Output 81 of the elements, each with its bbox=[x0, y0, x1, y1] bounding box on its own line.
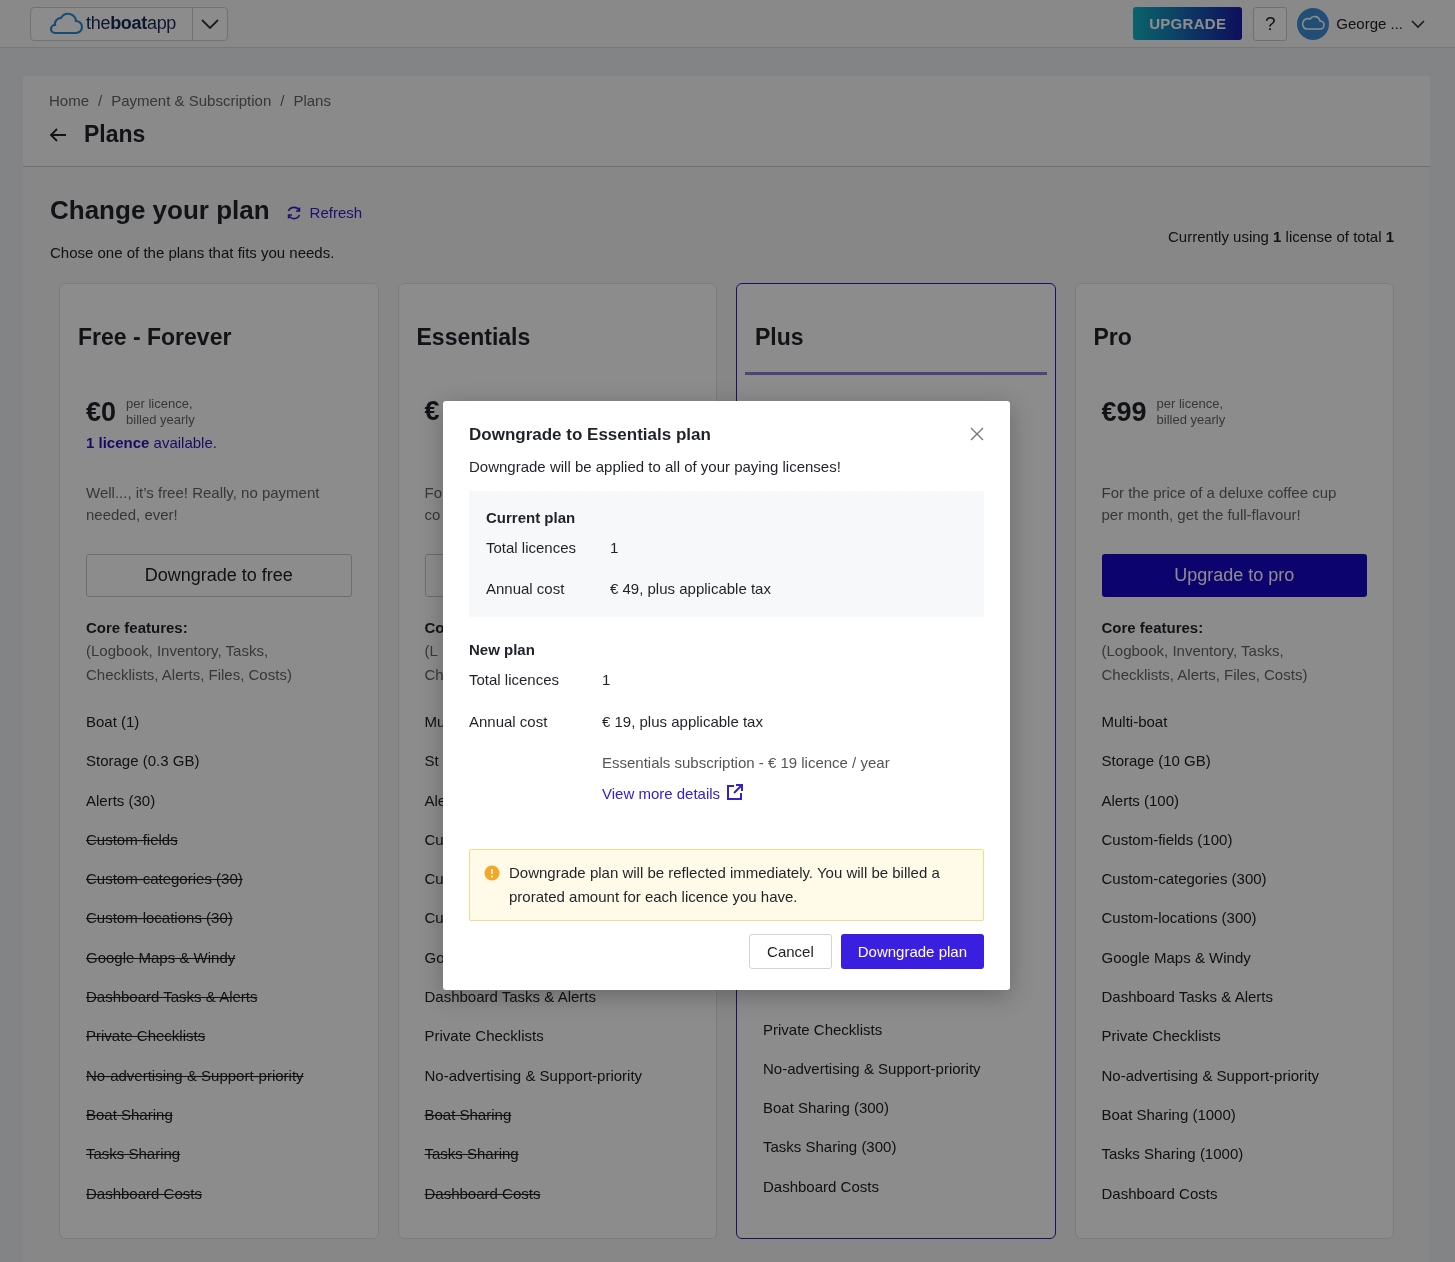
dialog-title: Downgrade to Essentials plan bbox=[469, 425, 711, 445]
plan-description: Well..., it’s free! Really, no payment needed, ever! bbox=[86, 483, 320, 525]
feature-item: Cu bbox=[424, 908, 444, 929]
feature-item: Dashboard Tasks & Alerts bbox=[1101, 987, 1273, 1008]
feature-item: Google Maps & Windy bbox=[86, 947, 236, 968]
feature-item: Boat Sharing (1000) bbox=[1101, 1104, 1236, 1125]
feature-item: Storage (0.3 GB) bbox=[86, 751, 200, 772]
plan-price: €99 bbox=[1101, 396, 1147, 428]
info-value: € 19, plus applicable tax bbox=[602, 712, 763, 732]
subscription-note: Essentials subscription - € 19 licence / year bbox=[602, 754, 891, 771]
breadcrumb-separator: / bbox=[98, 92, 103, 109]
info-label: Total licences bbox=[486, 538, 578, 558]
feature-item: Dashboard Costs bbox=[424, 1183, 541, 1204]
feature-item: Dashboard Costs bbox=[763, 1176, 879, 1197]
feature-item: Storage (10 GB) bbox=[1101, 751, 1211, 772]
feature-item: Custom-locations (300) bbox=[1101, 908, 1257, 929]
feature-item: Custom-categories (30) bbox=[86, 869, 243, 890]
section-title: Change your plan bbox=[50, 195, 270, 226]
subtitle-text: Chose one of the plans that fits you needs. bbox=[50, 244, 336, 261]
plan-name: Pro bbox=[1092, 323, 1133, 352]
feature-item: Cu bbox=[424, 829, 444, 850]
feature-item: Boat (1) bbox=[86, 712, 140, 732]
feature-item: Boat Sharing bbox=[86, 1104, 173, 1125]
core-features-title: Core features: bbox=[1101, 618, 1204, 638]
plan-name: Plus bbox=[754, 323, 805, 352]
feature-item: Boat Sharing (300) bbox=[763, 1098, 889, 1119]
feature-item: Private Checklists bbox=[424, 1026, 544, 1047]
info-value: 1 bbox=[602, 670, 611, 690]
feature-item: Custom-fields (100) bbox=[1101, 829, 1233, 850]
plan-description: For the price of a deluxe coffee cup per month, get the full-flavour! bbox=[1101, 483, 1337, 525]
info-value: 1 bbox=[610, 538, 619, 558]
feature-item: Private Checklists bbox=[86, 1026, 206, 1047]
feature-item: Cu bbox=[424, 869, 444, 890]
plan-description: Fo co bbox=[424, 483, 442, 525]
plan-name: Free - Forever bbox=[77, 323, 233, 352]
feature-item: Google Maps & Windy bbox=[1101, 947, 1251, 968]
info-label: Total licences bbox=[469, 670, 561, 690]
plan-price: €0 bbox=[86, 396, 117, 428]
feature-item: Tasks Sharing bbox=[86, 1144, 181, 1165]
license-usage-text: Currently using 1 license of total 1 bbox=[1168, 228, 1394, 247]
feature-item: Dashboard Tasks & Alerts bbox=[424, 987, 596, 1008]
feature-item: Tasks Sharing (300) bbox=[763, 1137, 897, 1158]
breadcrumb-separator: / bbox=[280, 92, 285, 109]
core-features-text: (L Ch bbox=[424, 641, 444, 685]
plan-name: Essentials bbox=[415, 323, 532, 352]
feature-item: Boat Sharing bbox=[424, 1104, 512, 1125]
feature-item: Custom-fields bbox=[86, 829, 178, 850]
plan-price: € bbox=[424, 396, 440, 427]
feature-item: No-advertising & Support-priority bbox=[424, 1065, 643, 1086]
info-label: Annual cost bbox=[486, 579, 566, 599]
feature-item: Alerts (30) bbox=[86, 790, 156, 811]
warning-text: Downgrade plan will be reflected immediately. You will be billed a prorated amount for each licence you have. bbox=[509, 863, 941, 907]
feature-item: Dashboard Costs bbox=[86, 1183, 202, 1204]
feature-item: No-advertising & Support-priority bbox=[1101, 1065, 1320, 1086]
feature-item: Tasks Sharing (1000) bbox=[1101, 1144, 1244, 1165]
feature-item: Custom-locations (30) bbox=[86, 908, 233, 929]
feature-item: Multi-boat bbox=[1101, 712, 1168, 732]
core-features-text: (Logbook, Inventory, Tasks, Checklists, Alerts, Files, Costs) bbox=[1101, 641, 1308, 685]
feature-item: No-advertising & Support-priority bbox=[86, 1065, 304, 1086]
feature-item: Alerts (100) bbox=[1101, 790, 1180, 811]
feature-item: Private Checklists bbox=[763, 1019, 883, 1040]
price-note: per licence, billed yearly bbox=[1156, 396, 1227, 428]
licence-availability: 1 licence available. bbox=[86, 434, 217, 451]
core-features-title: Core features: bbox=[86, 618, 188, 638]
feature-item: Custom-categories (300) bbox=[1101, 869, 1267, 890]
info-label: Annual cost bbox=[469, 712, 549, 732]
dialog-subtitle: Downgrade will be applied to all of your paying licenses! bbox=[469, 458, 842, 475]
logo-text: theboatapp bbox=[86, 13, 178, 34]
info-value: € 49, plus applicable tax bbox=[610, 579, 771, 599]
core-features-title: Co bbox=[424, 618, 445, 638]
price-note: per licence, billed yearly bbox=[126, 396, 196, 428]
core-features-text: (Logbook, Inventory, Tasks, Checklists, Alerts, Files, Costs) bbox=[86, 641, 292, 685]
feature-item: Dashboard Costs bbox=[1101, 1183, 1218, 1204]
plan-heading: New plan bbox=[469, 641, 536, 658]
feature-item: No-advertising & Support-priority bbox=[763, 1058, 981, 1079]
page-title: Plans bbox=[84, 121, 146, 148]
feature-item: Tasks Sharing bbox=[424, 1144, 519, 1165]
plan-heading: Current plan bbox=[486, 509, 577, 526]
feature-item: St bbox=[424, 751, 439, 772]
feature-item: Dashboard Tasks & Alerts bbox=[86, 987, 258, 1008]
feature-item: Private Checklists bbox=[1101, 1026, 1221, 1047]
